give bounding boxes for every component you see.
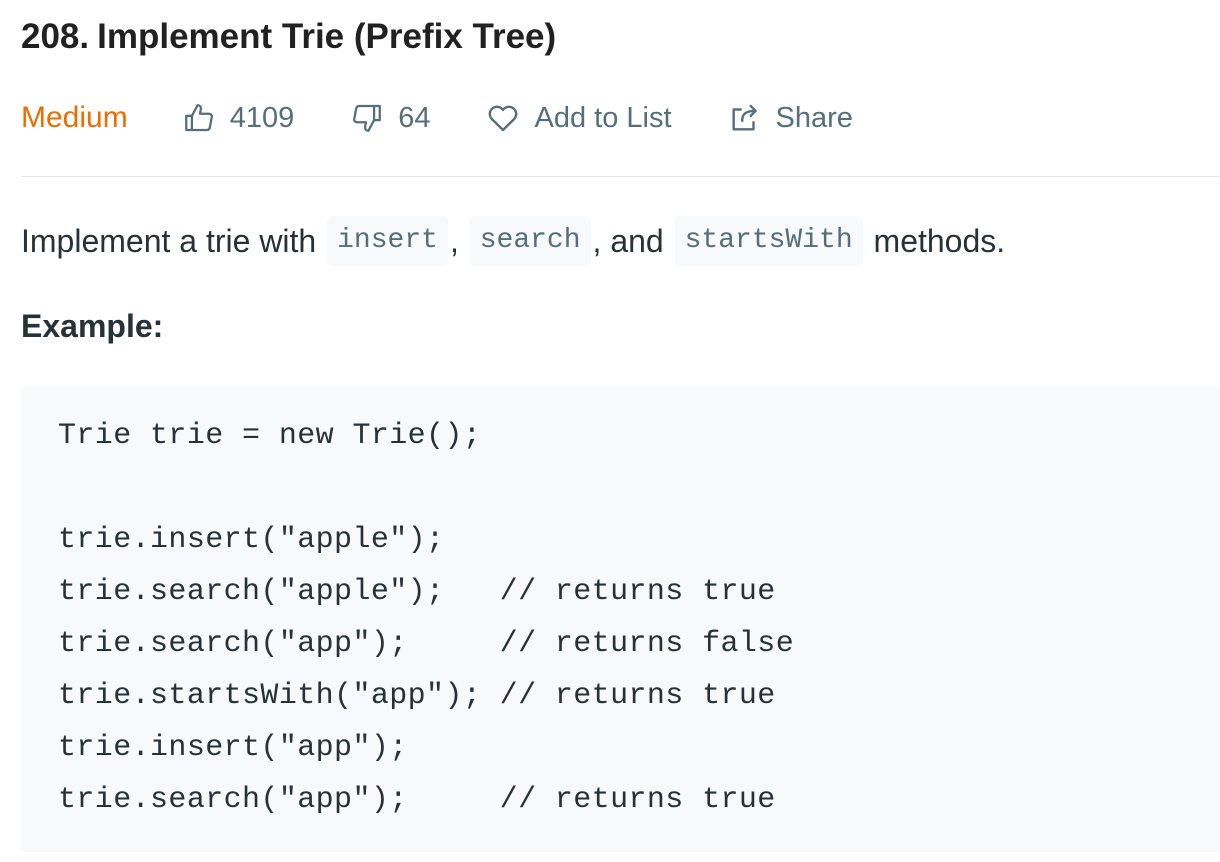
like-count: 4109 (229, 101, 295, 134)
code-line: Trie trie = new Trie(); (58, 419, 482, 453)
description-text: , (449, 223, 468, 259)
share-icon (728, 101, 762, 135)
inline-code-startswith: startsWith (674, 216, 863, 266)
problem-meta-bar: Medium 4109 64 Add to List Share (21, 96, 909, 140)
share-label: Share (775, 101, 853, 134)
problem-title: Implement Trie (Prefix Tree) (97, 17, 557, 56)
description-text: , and (592, 223, 673, 259)
code-line: trie.insert("app"); (58, 731, 408, 765)
description-text: methods. (864, 223, 1006, 259)
thumbs-down-icon (350, 101, 384, 135)
like-button[interactable]: 4109 (182, 101, 295, 135)
divider (21, 176, 1220, 177)
heart-icon (486, 101, 520, 135)
code-line: trie.search("app"); // returns false (58, 627, 795, 661)
dislike-count: 64 (398, 101, 431, 134)
inline-code-insert: insert (327, 216, 448, 266)
thumbs-up-icon (182, 101, 216, 135)
problem-description: Implement a trie with insert , search , … (21, 216, 1005, 266)
share-button[interactable]: Share (728, 101, 853, 135)
difficulty-badge: Medium (21, 101, 128, 134)
code-line: trie.search("app"); // returns true (58, 783, 776, 817)
problem-number: 208. (21, 17, 90, 56)
code-line: trie.startsWith("app"); // returns true (58, 679, 776, 713)
example-code-block: Trie trie = new Trie(); trie.insert("appl… (21, 386, 1220, 852)
page-title: 208. Implement Trie (Prefix Tree) (21, 14, 556, 60)
description-text: Implement a trie with (21, 223, 326, 259)
add-to-list-label: Add to List (534, 101, 672, 134)
example-heading: Example: (21, 308, 164, 344)
code-line: trie.insert("apple"); (58, 523, 445, 557)
add-to-list-button[interactable]: Add to List (486, 101, 672, 135)
inline-code-search: search (469, 216, 591, 266)
problem-page: 208. Implement Trie (Prefix Tree) Medium … (0, 0, 1220, 862)
dislike-button[interactable]: 64 (350, 101, 430, 135)
code-line: trie.search("apple"); // returns true (58, 575, 776, 609)
